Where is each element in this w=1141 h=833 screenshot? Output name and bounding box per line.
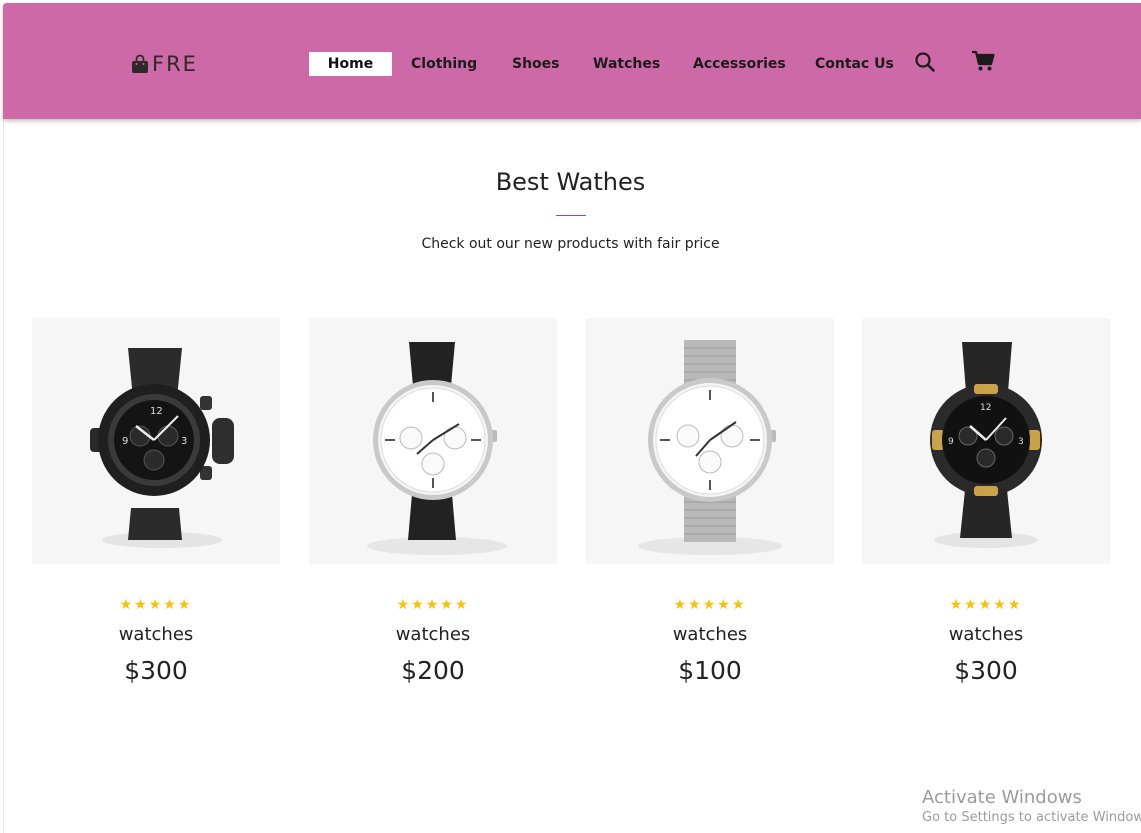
star-icon: ★ (454, 596, 470, 612)
white-dial-leather-watch-image (367, 342, 507, 555)
product-image[interactable]: 12 3 9 (862, 318, 1110, 564)
star-icon: ★ (177, 596, 193, 612)
svg-text:3: 3 (1018, 437, 1024, 447)
rating-stars: ★★★★★ (862, 596, 1110, 612)
site-header: FRE Home Clothing Shoes Watches Accessor… (3, 3, 1141, 119)
rating-stars: ★★★★★ (32, 596, 280, 612)
product-price: $200 (401, 656, 465, 685)
title-underline (556, 215, 586, 216)
activate-windows-watermark: Activate Windows Go to Settings to activ… (922, 787, 1141, 827)
rating-stars: ★★★★★ (309, 596, 557, 612)
star-icon: ★ (978, 596, 994, 612)
star-icon: ★ (688, 596, 703, 612)
star-icon: ★ (163, 596, 178, 612)
nav-item-contact[interactable]: Contac Us (815, 52, 894, 76)
rating-stars: ★★★★★ (586, 596, 834, 612)
nav-item-accessories[interactable]: Accessories (693, 52, 786, 76)
white-dial-mesh-watch-image (638, 340, 782, 555)
star-icon: ★ (993, 596, 1008, 612)
product-card[interactable]: ★★★★★ watches $100 (586, 318, 834, 685)
svg-text:12: 12 (150, 406, 163, 417)
svg-text:9: 9 (122, 436, 128, 447)
star-icon: ★ (119, 596, 135, 612)
svg-text:12: 12 (980, 403, 991, 413)
watermark-subtitle: Go to Settings to activate Windows. (922, 810, 1141, 825)
star-icon: ★ (134, 596, 149, 612)
star-icon: ★ (440, 596, 455, 612)
nav-item-watches[interactable]: Watches (593, 52, 660, 76)
svg-text:9: 9 (948, 437, 954, 447)
star-icon: ★ (731, 596, 747, 612)
nav-item-home[interactable]: Home (309, 52, 392, 76)
nav-item-shoes[interactable]: Shoes (512, 52, 560, 76)
star-icon: ★ (1007, 596, 1023, 612)
product-price: $300 (954, 656, 1018, 685)
nav-item-clothing[interactable]: Clothing (411, 52, 477, 76)
cart-icon[interactable] (971, 50, 995, 72)
watermark-title: Activate Windows (922, 787, 1082, 808)
section-title: Best Wathes (495, 168, 646, 196)
section-subtitle: Check out our new products with fair pri… (421, 236, 720, 252)
star-icon: ★ (673, 596, 689, 612)
product-image[interactable] (309, 318, 557, 564)
logo-text: FRE (152, 52, 198, 76)
black-gold-chrono-watch-image: 12 3 9 (930, 342, 1042, 548)
product-name[interactable]: watches (32, 624, 280, 645)
product-name[interactable]: watches (862, 624, 1110, 645)
product-image[interactable]: 12 3 9 (32, 318, 280, 564)
black-sport-watch-image: 12 3 9 (90, 348, 234, 548)
logo[interactable]: FRE (131, 51, 198, 77)
star-icon: ★ (949, 596, 965, 612)
product-price: $300 (124, 656, 188, 685)
shopping-bag-icon (132, 54, 148, 73)
star-icon: ★ (702, 596, 718, 612)
star-icon: ★ (964, 596, 979, 612)
product-card[interactable]: 12 3 9 ★★★★★ watches $300 (862, 318, 1110, 685)
star-icon: ★ (717, 596, 732, 612)
product-card[interactable]: 12 3 9 ★★★★★ watches $300 (32, 318, 280, 685)
product-name[interactable]: watches (586, 624, 834, 645)
svg-text:3: 3 (181, 436, 187, 447)
star-icon: ★ (425, 596, 441, 612)
product-price: $100 (678, 656, 742, 685)
product-image[interactable] (586, 318, 834, 564)
star-icon: ★ (396, 596, 412, 612)
product-card[interactable]: ★★★★★ watches $200 (309, 318, 557, 685)
star-icon: ★ (148, 596, 164, 612)
product-name[interactable]: watches (309, 624, 557, 645)
search-icon[interactable] (914, 51, 936, 73)
star-icon: ★ (411, 596, 426, 612)
